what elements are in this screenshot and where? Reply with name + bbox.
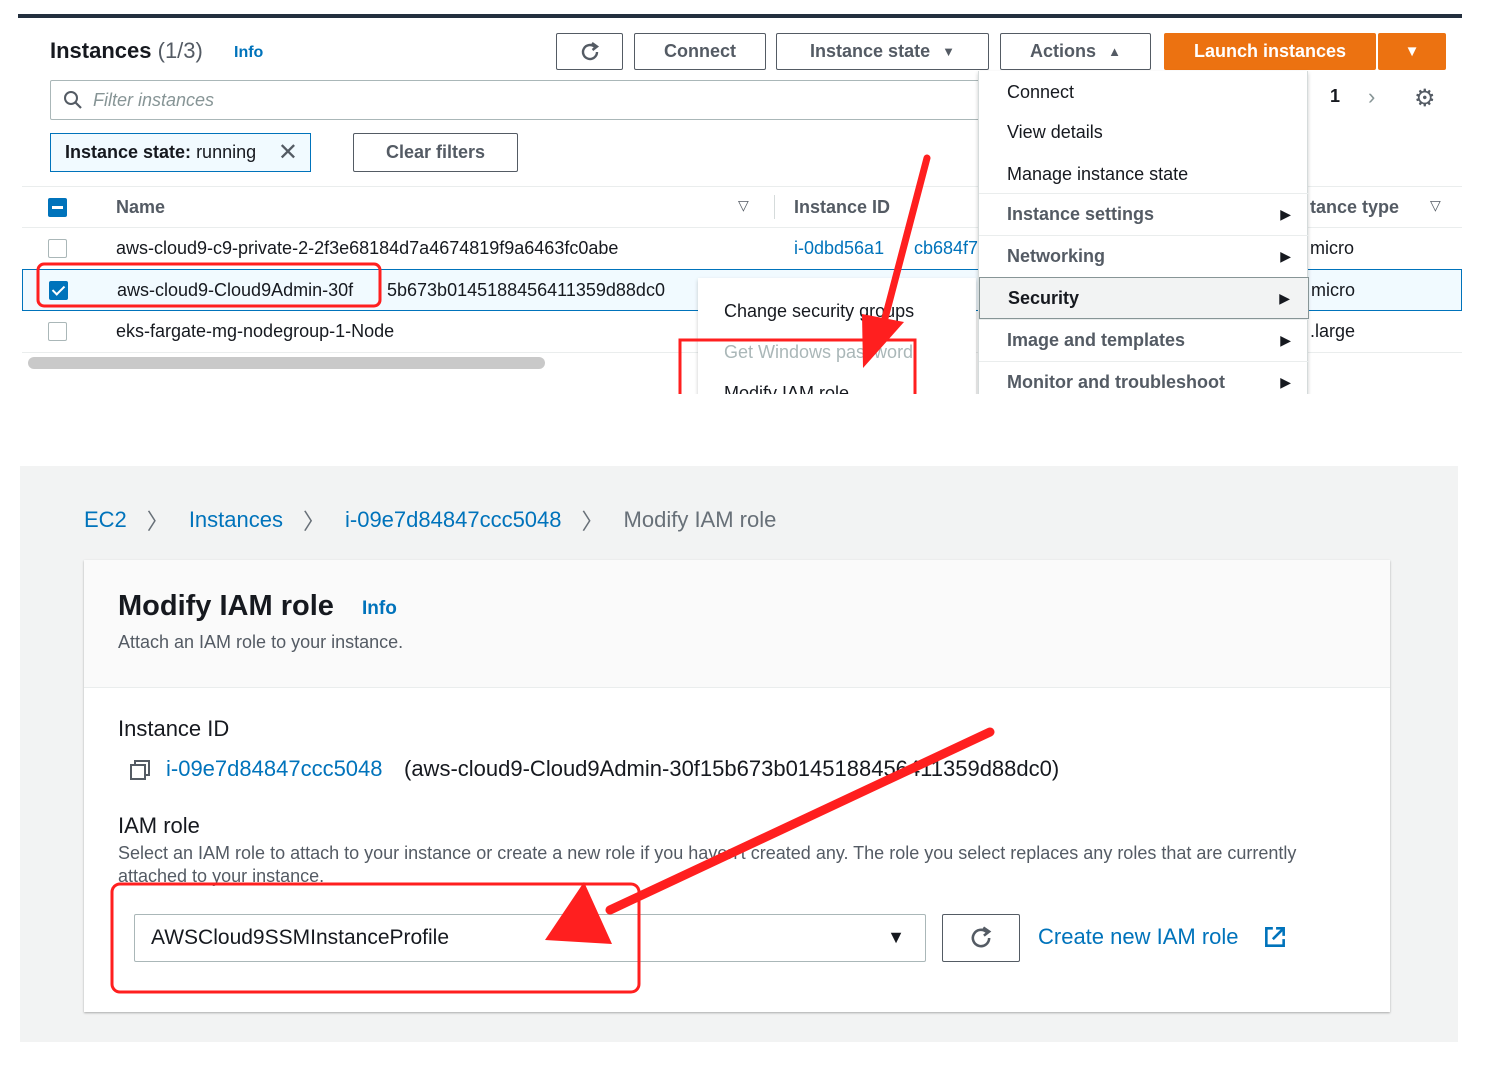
instance-state-button[interactable]: Instance state ▼ bbox=[776, 33, 989, 70]
refresh-roles-button[interactable] bbox=[942, 914, 1020, 962]
instance-name: aws-cloud9-c9-private-2-2f3e68184d7a4674… bbox=[116, 238, 619, 258]
instance-type: micro bbox=[1311, 280, 1355, 300]
row-checkbox[interactable] bbox=[48, 239, 67, 258]
chevron-right-icon: 〉 bbox=[302, 509, 325, 534]
submenu-arrow-icon: ▶ bbox=[1280, 248, 1291, 264]
actions-menu: Connect View details Manage instance sta… bbox=[978, 71, 1309, 394]
filter-placeholder: Filter instances bbox=[93, 89, 215, 110]
page-number[interactable]: 1 bbox=[1330, 86, 1340, 107]
search-icon bbox=[64, 91, 82, 109]
submenu-arrow-icon: ▶ bbox=[1280, 374, 1291, 390]
filter-token: Instance state: running ✕ bbox=[50, 133, 311, 172]
instance-id-link-tail[interactable]: cb684f7 bbox=[914, 238, 978, 259]
menu-item-change-security-groups[interactable]: Change security groups bbox=[724, 301, 914, 322]
sort-icon[interactable]: ▽ bbox=[738, 197, 749, 214]
clear-filters-button[interactable]: Clear filters bbox=[353, 133, 518, 172]
remove-filter-icon[interactable]: ✕ bbox=[278, 138, 298, 167]
instance-name: eks-fargate-mg-nodegroup-1-Node bbox=[116, 321, 395, 341]
breadcrumb-current: Modify IAM role bbox=[623, 507, 777, 532]
connect-button[interactable]: Connect bbox=[634, 33, 766, 70]
menu-item-networking[interactable]: Networking ▶ bbox=[979, 235, 1309, 277]
menu-item-manage-instance-state[interactable]: Manage instance state bbox=[979, 153, 1309, 195]
column-instance-type[interactable]: tance type bbox=[1310, 197, 1399, 218]
menu-item-image-and-templates[interactable]: Image and templates ▶ bbox=[979, 319, 1309, 361]
instance-id-link[interactable]: i-0dbd56a1 bbox=[794, 238, 884, 259]
menu-item-instance-settings[interactable]: Instance settings ▶ bbox=[979, 193, 1309, 235]
card-title: Modify IAM role bbox=[118, 590, 334, 622]
card-header: Modify IAM role Info Attach an IAM role … bbox=[84, 560, 1390, 688]
next-page-icon[interactable]: › bbox=[1368, 84, 1375, 110]
launch-options-button[interactable]: ▼ bbox=[1378, 33, 1446, 70]
card-description: Attach an IAM role to your instance. bbox=[118, 632, 404, 652]
menu-item-security[interactable]: Security ▶ bbox=[979, 277, 1309, 319]
sort-icon[interactable]: ▽ bbox=[1430, 197, 1441, 214]
chevron-right-icon: 〉 bbox=[581, 509, 604, 534]
menu-item-monitor-and-troubleshoot[interactable]: Monitor and troubleshoot ▶ bbox=[979, 361, 1309, 394]
caret-up-icon: ▲ bbox=[1108, 44, 1121, 59]
caret-down-icon: ▼ bbox=[1404, 43, 1420, 60]
breadcrumb-instances[interactable]: Instances bbox=[189, 507, 283, 533]
create-new-iam-role-link[interactable]: Create new IAM role bbox=[1038, 924, 1239, 950]
copy-icon[interactable] bbox=[128, 758, 152, 782]
header-bar bbox=[18, 14, 1462, 18]
selection-count: (1/3) bbox=[157, 38, 203, 63]
instance-type: micro bbox=[1310, 238, 1354, 258]
caret-down-icon: ▼ bbox=[942, 44, 955, 59]
actions-button[interactable]: Actions ▲ bbox=[1000, 33, 1151, 70]
breadcrumb-ec2[interactable]: EC2 bbox=[84, 507, 127, 533]
page-title: Instances (1/3) bbox=[50, 38, 203, 63]
iam-role-select[interactable]: AWSCloud9SSMInstanceProfile ▼ bbox=[134, 914, 926, 962]
security-submenu: Change security groups Get Windows passw… bbox=[698, 278, 976, 394]
column-instance-id[interactable]: Instance ID bbox=[794, 197, 890, 218]
instance-name: (aws-cloud9-Cloud9Admin-30f15b673b014518… bbox=[404, 756, 1060, 781]
row-checkbox[interactable] bbox=[49, 281, 68, 300]
select-all-checkbox[interactable] bbox=[48, 198, 67, 217]
modify-iam-role-page: EC2 〉 Instances 〉 i-09e7d84847ccc5048 〉 … bbox=[20, 466, 1458, 1042]
submenu-arrow-icon: ▶ bbox=[1279, 289, 1290, 306]
menu-item-get-windows-password: Get Windows password bbox=[724, 342, 914, 362]
iam-role-help-text: Select an IAM role to attach to your ins… bbox=[118, 843, 1297, 886]
instance-id-link[interactable]: i-09e7d84847ccc5048 bbox=[166, 756, 383, 782]
caret-down-icon: ▼ bbox=[887, 927, 905, 947]
gear-icon[interactable]: ⚙ bbox=[1414, 84, 1436, 113]
column-name[interactable]: Name bbox=[116, 197, 165, 218]
menu-item-view-details[interactable]: View details bbox=[979, 111, 1309, 153]
instance-id-label: Instance ID bbox=[118, 716, 230, 741]
external-link-icon[interactable] bbox=[1262, 924, 1288, 950]
modify-iam-role-card: Modify IAM role Info Attach an IAM role … bbox=[84, 560, 1390, 1012]
instance-name: aws-cloud9-Cloud9Admin-30f bbox=[117, 280, 354, 300]
breadcrumb: EC2 〉 Instances 〉 i-09e7d84847ccc5048 〉 … bbox=[84, 504, 776, 536]
horizontal-scrollbar[interactable] bbox=[28, 357, 545, 369]
instances-panel: Instances (1/3) Info Connect Instance st… bbox=[18, 14, 1462, 394]
info-link[interactable]: Info bbox=[234, 44, 263, 62]
info-link[interactable]: Info bbox=[362, 598, 397, 620]
breadcrumb-instance-id[interactable]: i-09e7d84847ccc5048 bbox=[345, 507, 562, 533]
row-checkbox[interactable] bbox=[48, 322, 67, 341]
submenu-arrow-icon: ▶ bbox=[1280, 332, 1291, 348]
column-divider bbox=[774, 195, 775, 219]
filter-input[interactable]: Filter instances bbox=[50, 80, 1000, 120]
selected-role: AWSCloud9SSMInstanceProfile bbox=[151, 926, 450, 949]
refresh-button[interactable] bbox=[556, 33, 623, 70]
refresh-icon bbox=[581, 41, 599, 60]
menu-item-connect[interactable]: Connect bbox=[979, 71, 1309, 113]
instance-type: .large bbox=[1310, 321, 1356, 341]
iam-role-label: IAM role bbox=[118, 813, 200, 838]
menu-item-modify-iam-role[interactable]: Modify IAM role bbox=[724, 383, 849, 394]
launch-instances-button[interactable]: Launch instances bbox=[1164, 33, 1376, 70]
submenu-arrow-icon: ▶ bbox=[1280, 206, 1291, 222]
refresh-icon bbox=[971, 926, 992, 948]
chevron-right-icon: 〉 bbox=[146, 509, 169, 534]
instance-name-tail: 5b673b0145188456411359d88dc0 bbox=[387, 280, 665, 300]
